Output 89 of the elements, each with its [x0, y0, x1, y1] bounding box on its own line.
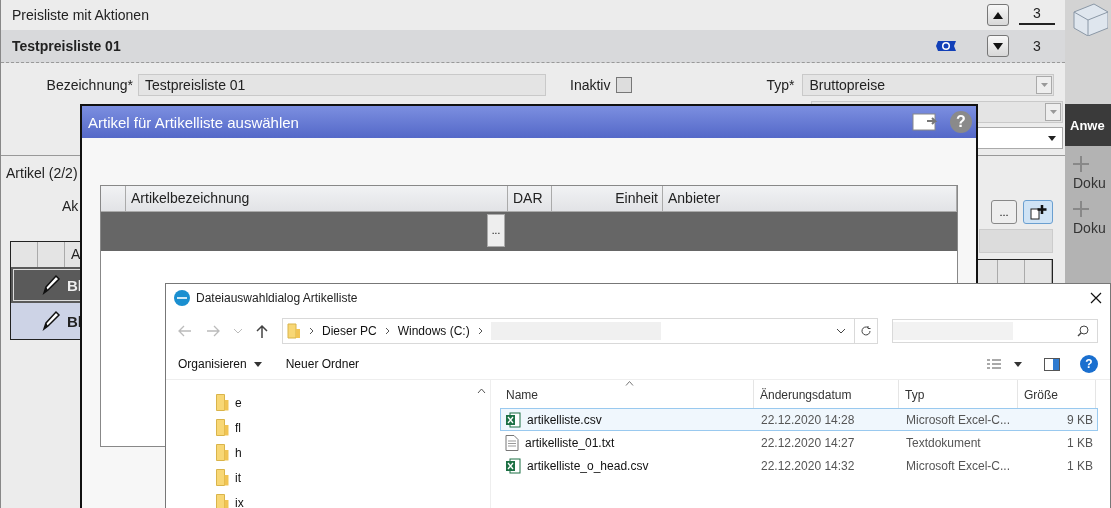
- sidebar-item[interactable]: Doku: [1073, 175, 1111, 191]
- table-header: A: [70, 245, 82, 264]
- caret-icon: [253, 361, 262, 367]
- app-logo-icon: [174, 290, 190, 306]
- browse-button[interactable]: ...: [991, 200, 1017, 224]
- export-icon[interactable]: [912, 112, 940, 132]
- field-label: Bezeichnung*: [45, 77, 133, 93]
- file-row[interactable]: artikelliste.csv 22.12.2020 14:28 Microsoft Excel-C... 9 KB: [500, 408, 1098, 431]
- dialog-title: Artikel für Artikelliste auswählen: [88, 113, 299, 131]
- column-header: Einheit: [552, 186, 663, 211]
- pencil-icon: [41, 310, 61, 332]
- up-button[interactable]: [987, 4, 1009, 26]
- field-label: Ak: [62, 198, 80, 214]
- list-title: Preisliste mit Aktionen: [12, 7, 149, 23]
- column-header: Artikelbezeichnung: [126, 186, 508, 211]
- search-field[interactable]: [892, 319, 1098, 343]
- help-button[interactable]: ?: [1080, 355, 1098, 373]
- sidebar-tab[interactable]: Anwe: [1065, 104, 1111, 146]
- spreadsheet-file-icon: [505, 411, 521, 428]
- table-cell-text: 22.12.2020 14:28: [760, 412, 856, 427]
- search-icon: [1077, 325, 1089, 337]
- folder-icon: [287, 323, 301, 339]
- input-field[interactable]: [979, 229, 1053, 253]
- browse-button[interactable]: ...: [487, 214, 505, 247]
- sort-caret-icon: [625, 381, 634, 386]
- field-label: Inaktiv: [570, 77, 611, 93]
- spreadsheet-file-icon: [505, 457, 521, 474]
- pricelist-name: Testpreisliste 01: [12, 38, 121, 54]
- sidebar-item[interactable]: Doku: [1073, 220, 1111, 236]
- articles-label: Artikel (2/2): [6, 165, 79, 181]
- column-header: DAR: [508, 186, 552, 211]
- toolbar-button[interactable]: Neuer Ordner: [279, 353, 366, 375]
- file-name: artikelliste_o_head.csv: [527, 458, 649, 473]
- table-cell-text: 1 KB: [1066, 435, 1094, 450]
- scroll-up-icon[interactable]: [477, 388, 486, 394]
- text-file-icon: [505, 434, 519, 451]
- address-bar[interactable]: Dieser PC Windows (C:): [282, 318, 878, 344]
- close-icon[interactable]: [1090, 292, 1102, 304]
- breadcrumb[interactable]: Dieser PC: [322, 324, 377, 338]
- folder-icon: [216, 494, 229, 508]
- folder-icon: [216, 419, 229, 436]
- down-button[interactable]: [987, 35, 1009, 57]
- folder-name[interactable]: e: [235, 395, 242, 410]
- file-name: artikelliste_01.txt: [525, 435, 615, 450]
- folder-name[interactable]: ix: [235, 495, 244, 508]
- file-row[interactable]: artikelliste_o_head.csv 22.12.2020 14:32 Microsoft Excel-C... 1 KB: [500, 454, 1098, 477]
- table-cell-text: 1 KB: [1066, 458, 1094, 473]
- folder-name[interactable]: h: [235, 445, 242, 460]
- triangle-up-icon: [993, 11, 1003, 19]
- chevron-icon: [477, 327, 483, 335]
- breadcrumb[interactable]: Windows (C:): [397, 324, 470, 338]
- triangle-down-icon: [993, 42, 1003, 50]
- dialog-title: Dateiauswahldialog Artikelliste: [196, 291, 358, 305]
- folder-icon: [216, 444, 229, 461]
- view-options-icon[interactable]: [986, 358, 1002, 370]
- table-cell-text: Microsoft Excel-C...: [905, 458, 1011, 473]
- folder-name[interactable]: fl: [235, 420, 241, 435]
- table-row[interactable]: ...: [101, 212, 957, 251]
- refresh-icon: [860, 325, 872, 337]
- table-cell-text: Microsoft Excel-C...: [905, 412, 1011, 427]
- caret-icon[interactable]: [836, 328, 846, 334]
- table-cell-text: Textdokument: [905, 435, 982, 450]
- name-field[interactable]: Testpreisliste 01: [138, 74, 546, 96]
- chevron-icon: [384, 327, 390, 335]
- field-label: Typ*: [766, 77, 795, 93]
- file-name: artikelliste.csv: [527, 412, 602, 427]
- table-cell-text: 22.12.2020 14:27: [760, 435, 856, 450]
- table-cell-text: 9 KB: [1066, 412, 1094, 427]
- file-row[interactable]: artikelliste_01.txt 22.12.2020 14:27 Textdokument 1 KB: [500, 431, 1098, 454]
- caret-icon: [1049, 110, 1057, 114]
- folder-icon: [216, 394, 229, 411]
- counter: 3: [1019, 5, 1055, 25]
- euro-ticket-icon: [935, 39, 957, 53]
- add-copy-icon: [1029, 204, 1047, 220]
- counter: 3: [1032, 38, 1042, 54]
- toolbar-button[interactable]: Organisieren: [172, 353, 268, 375]
- table-cell-text: 22.12.2020 14:32: [760, 458, 856, 473]
- pencil-icon: [41, 274, 61, 296]
- caret-icon: [1048, 135, 1056, 141]
- type-dropdown[interactable]: Bruttopreise: [802, 74, 1055, 96]
- preview-pane-icon[interactable]: [1044, 357, 1060, 371]
- caret-icon[interactable]: [1014, 361, 1022, 367]
- caret-icon: [1041, 83, 1048, 87]
- chevron-icon: [309, 327, 314, 335]
- add-document-button[interactable]: [1023, 200, 1053, 224]
- up-arrow-icon[interactable]: [256, 324, 268, 338]
- column-header: Anbieter: [663, 186, 957, 211]
- folder-name[interactable]: it: [235, 470, 241, 485]
- folder-icon: [216, 469, 229, 486]
